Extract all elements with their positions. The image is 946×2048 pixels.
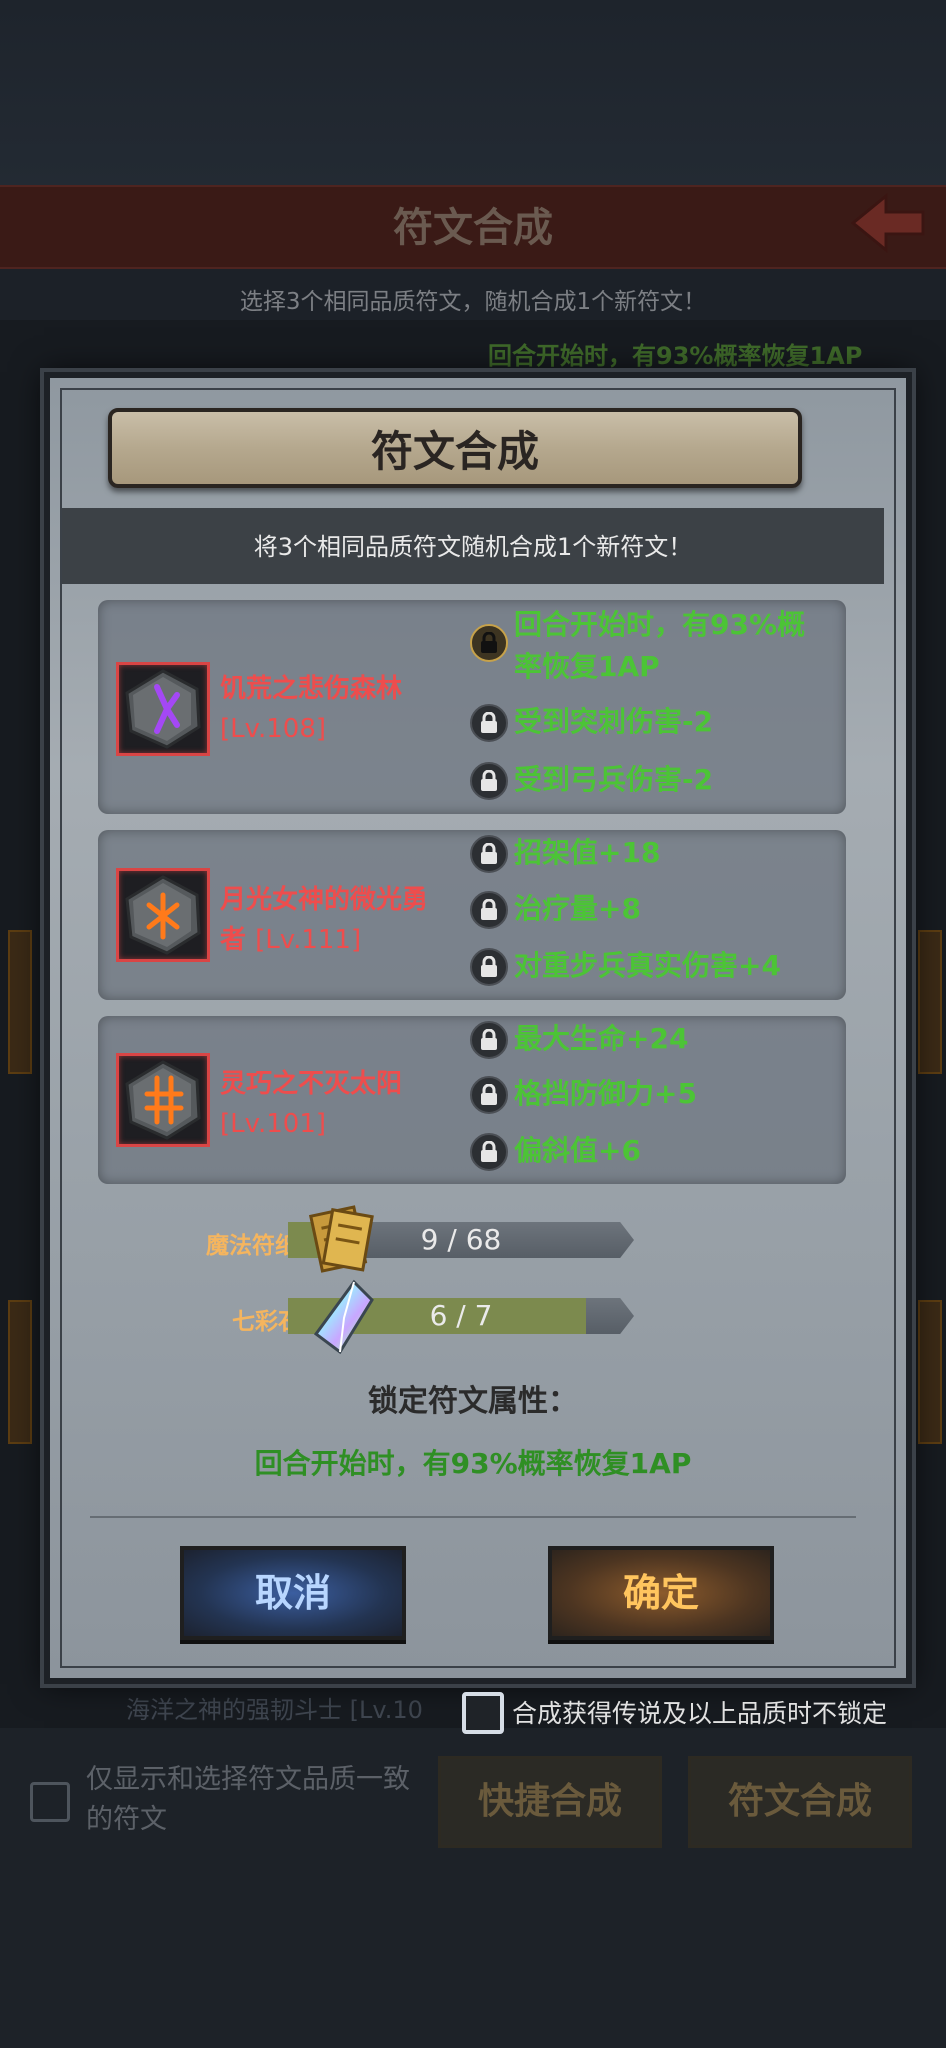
background-subtitle: 选择3个相同品质符文，随机合成1个新符文！	[239, 289, 707, 315]
synth-button[interactable]: 符文合成	[688, 1756, 912, 1848]
confirm-button[interactable]: 确定	[548, 1546, 774, 1640]
material-label-paper: 魔法符纸	[206, 1233, 298, 1259]
rune-name-2: 月光女神的微光勇 者 [Lv.111]	[220, 885, 429, 955]
lock-icon[interactable]	[470, 1021, 508, 1059]
attribute-1-1-cont: 率恢复1AP	[514, 650, 660, 683]
attribute-2-2: 治疗量+8	[514, 892, 641, 925]
paper-scroll-icon	[306, 1200, 380, 1280]
lock-icon[interactable]	[470, 1133, 508, 1171]
dialog-title: 符文合成	[370, 427, 539, 476]
lock-icon[interactable]	[470, 891, 508, 929]
dialog-description: 将3个相同品质符文随机合成1个新符文！	[253, 533, 693, 561]
attribute-3-2: 格挡防御力+5	[514, 1077, 697, 1110]
no-lock-legendary-label: 合成获得传说及以上品质时不锁定	[512, 1699, 888, 1728]
rune-stone-icon	[125, 669, 201, 749]
lock-icon[interactable]	[470, 948, 508, 986]
rune-slot-3[interactable]	[116, 1053, 210, 1147]
background-side-item	[918, 1300, 942, 1444]
background-side-item	[8, 1300, 32, 1444]
attribute-2-3: 对重步兵真实伤害+4	[514, 949, 781, 982]
lock-icon[interactable]	[470, 1076, 508, 1114]
cancel-button[interactable]: 取消	[180, 1546, 406, 1640]
lock-icon[interactable]	[470, 624, 508, 662]
lock-icon[interactable]	[470, 762, 508, 800]
locked-attribute-text: 回合开始时，有93%概率恢复1AP	[254, 1447, 692, 1480]
background-top	[0, 0, 946, 185]
lock-icon[interactable]	[470, 704, 508, 742]
quality-filter-checkbox[interactable]	[30, 1782, 70, 1822]
quick-synth-button[interactable]: 快捷合成	[438, 1756, 662, 1848]
rune-stone-icon	[125, 875, 201, 955]
rainbow-crystal-icon	[310, 1278, 376, 1360]
attribute-2-1: 招架值+18	[514, 836, 661, 869]
lock-icon[interactable]	[470, 835, 508, 873]
attribute-3-3: 偏斜值+6	[514, 1134, 641, 1167]
rune-stone-icon	[125, 1060, 201, 1140]
attribute-3-1: 最大生命+24	[514, 1022, 689, 1055]
attribute-1-1: 回合开始时，有93%概	[514, 608, 806, 641]
divider	[90, 1516, 856, 1518]
rune-name-3: 灵巧之不灭太阳 [Lv.101]	[220, 1069, 403, 1139]
no-lock-legendary-checkbox[interactable]	[462, 1692, 504, 1734]
locked-attributes-title: 锁定符文属性：	[368, 1384, 578, 1419]
background-side-item	[918, 930, 942, 1074]
rune-name-1: 饥荒之悲伤森林 [Lv.108]	[220, 674, 403, 744]
attribute-1-3: 受到弓兵伤害-2	[514, 763, 714, 796]
back-arrow-icon[interactable]	[848, 188, 928, 258]
attribute-1-2: 受到突刺伤害-2	[514, 705, 714, 738]
background-rune-row: 海洋之神的强韧斗士 [Lv.10	[126, 1696, 423, 1724]
background-side-item	[8, 930, 32, 1074]
rune-slot-2[interactable]	[116, 868, 210, 962]
quality-filter-label: 仅显示和选择符文品质一致的符文	[86, 1764, 410, 1835]
rune-slot-1[interactable]	[116, 662, 210, 756]
background-attribute-line: 回合开始时，有93%概率恢复1AP	[488, 342, 863, 370]
background-page-title: 符文合成	[393, 205, 553, 251]
